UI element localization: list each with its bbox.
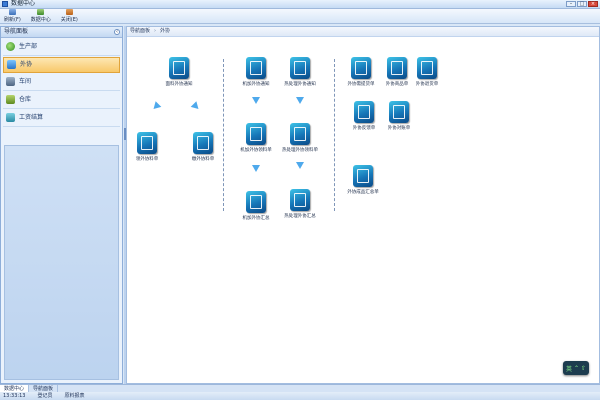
maximize-button[interactable]: □ (577, 1, 587, 7)
node-outsource-return-list[interactable]: 缴外协料单 (183, 132, 223, 162)
status-bar: 13:33:13 登记员 原料报表 (0, 392, 600, 400)
sidebar-item-salary[interactable]: 工资结算 (3, 110, 120, 127)
arrow-down-icon (296, 162, 304, 169)
breadcrumb: 导航面板 › 外协 (127, 27, 599, 37)
breadcrumb-root[interactable]: 导航面板 (130, 28, 150, 34)
data-center-label: 数据中心 (30, 17, 51, 23)
window-controls: – □ × (566, 1, 598, 7)
node-outsource-return[interactable]: 外协退货单 (407, 57, 447, 87)
database-icon (37, 9, 45, 15)
workshop-icon (6, 77, 15, 86)
status-info: 原料报表 (64, 393, 85, 399)
node-machining-summary[interactable]: 机加外协汇总 (236, 191, 276, 221)
toolbar: 刷新(F) 数据中心 关闭(E) (0, 9, 600, 24)
node-outsource-feedback[interactable]: 外协反馈单 (344, 101, 384, 131)
list-document-icon (353, 165, 373, 187)
node-fabric-outsource-notice[interactable]: 面料外协通知 (159, 57, 199, 87)
sidebar-item-label: 车间 (19, 78, 32, 85)
sidebar-item-label: 外协 (20, 61, 33, 68)
sidebar-item-label: 仓库 (19, 96, 32, 103)
ime-settings-icon[interactable]: ⇧ (581, 365, 586, 372)
form-icon (137, 132, 157, 154)
node-machining-notice[interactable]: 机加外协通知 (236, 57, 276, 87)
status-user: 登记员 (37, 393, 53, 399)
node-machining-issue-list[interactable]: 机加外协领料单 (236, 123, 276, 153)
refresh-icon (8, 9, 16, 15)
node-outsource-issue-list[interactable]: 领外协料单 (127, 132, 167, 162)
gears-icon (290, 123, 310, 145)
nav-panel-title: 导航面板 (4, 28, 29, 35)
navigation-panel: 导航面板 ‹ 生产部 外协 车间 仓库 工资结算 (0, 26, 123, 384)
ime-punct-icon[interactable]: ⌃ (574, 365, 579, 372)
node-heat-treatment-notice[interactable]: 热处理外协通知 (280, 57, 320, 87)
node-outsource-finished-summary[interactable]: 外协成品汇总单 (343, 165, 383, 195)
sidebar-item-warehouse[interactable]: 仓库 (3, 92, 120, 109)
return-arrow-icon (417, 57, 437, 79)
window-title: 数据中心 (11, 0, 36, 7)
sidebar-item-label: 生产部 (19, 43, 38, 50)
arrow-down-right-icon (190, 101, 202, 112)
app-icon (2, 1, 8, 7)
node-heat-treatment-issue-list[interactable]: 热处理外协领料单 (280, 123, 320, 153)
document-icon (169, 57, 189, 79)
workflow-canvas: 导航面板 › 外协 面料外协通知 领外协料单 缴外协料单 机加外协通知 热处理外协通… (126, 26, 600, 384)
close-label: 关闭(E) (60, 17, 78, 23)
list-document-icon (290, 189, 310, 211)
cart-icon (387, 57, 407, 79)
node-heat-treatment-summary[interactable]: 热处理外协汇总 (280, 189, 320, 219)
data-center-button[interactable]: 数据中心 (31, 9, 51, 23)
refresh-label: 刷新(F) (4, 17, 21, 23)
arrow-down-icon (296, 97, 304, 104)
sidebar-item-outsource[interactable]: 外协 (3, 57, 120, 73)
refresh-button[interactable]: 刷新(F) (4, 9, 21, 23)
sidebar-item-label: 工资结算 (19, 114, 44, 121)
collapse-icon[interactable]: ‹ (114, 29, 120, 35)
calculator-icon (290, 57, 310, 79)
sidebar-item-production[interactable]: 生产部 (3, 39, 120, 56)
nav-panel-empty-area (4, 145, 119, 380)
node-outsource-pickup[interactable]: 外协需提货单 (341, 57, 381, 87)
status-time: 13:33:13 (3, 393, 26, 399)
inbox-icon (351, 57, 371, 79)
nav-panel-header: 导航面板 ‹ (1, 27, 122, 38)
ime-toolbar[interactable]: 英 ⌃ ⇧ (563, 361, 589, 375)
gears-icon (246, 123, 266, 145)
arrow-down-icon (252, 97, 260, 104)
title-bar: 数据中心 – □ × (0, 0, 600, 9)
breadcrumb-current: 外协 (160, 28, 171, 34)
warehouse-icon (6, 95, 15, 104)
gear-document-icon (246, 57, 266, 79)
form-icon (193, 132, 213, 154)
salary-icon (6, 113, 15, 122)
node-outsource-statement[interactable]: 外协对账单 (379, 101, 419, 131)
outsource-icon (7, 60, 16, 69)
arrow-down-icon (252, 165, 260, 172)
close-window-button[interactable]: × (588, 1, 598, 7)
minimize-button[interactable]: – (566, 1, 576, 7)
dollar-document-icon (354, 101, 374, 123)
separator-line (223, 59, 224, 211)
sidebar-item-workshop[interactable]: 车间 (3, 74, 120, 91)
close-icon (65, 9, 73, 15)
separator-line (334, 59, 335, 211)
department-icon (6, 42, 15, 51)
arrow-down-left-icon (150, 101, 162, 112)
edit-document-icon (246, 191, 266, 213)
close-button[interactable]: 关闭(E) (61, 9, 78, 23)
dollar-document-icon (389, 101, 409, 123)
ime-mode-icon[interactable]: 英 (566, 364, 572, 373)
